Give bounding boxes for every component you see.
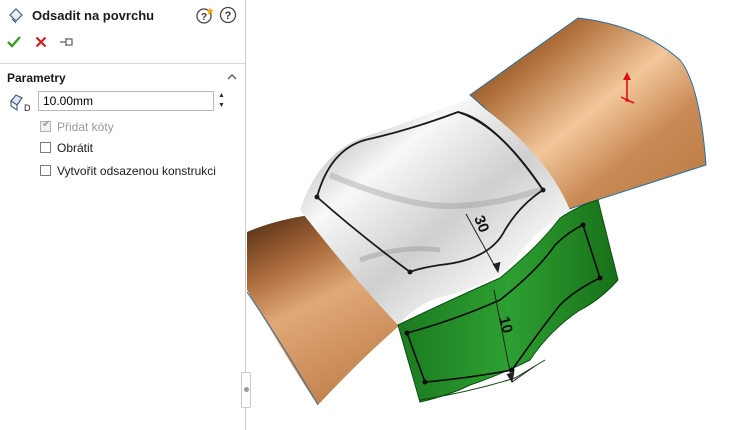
ok-button[interactable] xyxy=(6,34,22,50)
offset-distance-icon: D xyxy=(10,94,30,112)
action-bar xyxy=(0,32,245,54)
svg-text:?: ? xyxy=(201,12,207,23)
panel-title: Odsadit na povrchu xyxy=(32,8,155,23)
spin-up-icon[interactable]: ▲ xyxy=(214,91,229,101)
distance-spinner[interactable]: ▲ ▼ xyxy=(214,91,229,111)
help-icon[interactable]: ? xyxy=(219,6,237,24)
parameters-group-header[interactable]: Parametry xyxy=(0,68,245,88)
add-dimensions-checkbox: ✔ xyxy=(40,119,51,132)
offset-distance-input[interactable] xyxy=(38,91,214,111)
chevron-up-icon[interactable] xyxy=(226,71,238,83)
separator xyxy=(0,63,245,64)
offset-on-surface-icon xyxy=(9,8,23,24)
svg-text:D: D xyxy=(24,103,30,112)
svg-text:?: ? xyxy=(225,10,232,22)
graphics-viewport[interactable]: 30 10 xyxy=(247,0,750,430)
spin-down-icon[interactable]: ▼ xyxy=(214,101,229,111)
panel-header: Odsadit na povrchu ? ? xyxy=(0,0,245,30)
group-title: Parametry xyxy=(7,71,66,85)
add-dimensions-label: Přidat kóty xyxy=(57,120,114,134)
reverse-label: Obrátit xyxy=(57,141,94,155)
reverse-checkbox[interactable] xyxy=(40,142,51,153)
help-whats-new-icon[interactable]: ? xyxy=(196,6,214,24)
cancel-button[interactable] xyxy=(33,34,49,50)
property-manager-panel: Odsadit na povrchu ? ? Parametry D 10.00… xyxy=(0,0,251,430)
construction-label: Vytvořit odsazenou konstrukci xyxy=(57,164,216,178)
construction-checkbox[interactable] xyxy=(40,165,51,176)
pin-icon[interactable] xyxy=(58,34,76,50)
checkmark-icon: ✔ xyxy=(42,119,51,130)
